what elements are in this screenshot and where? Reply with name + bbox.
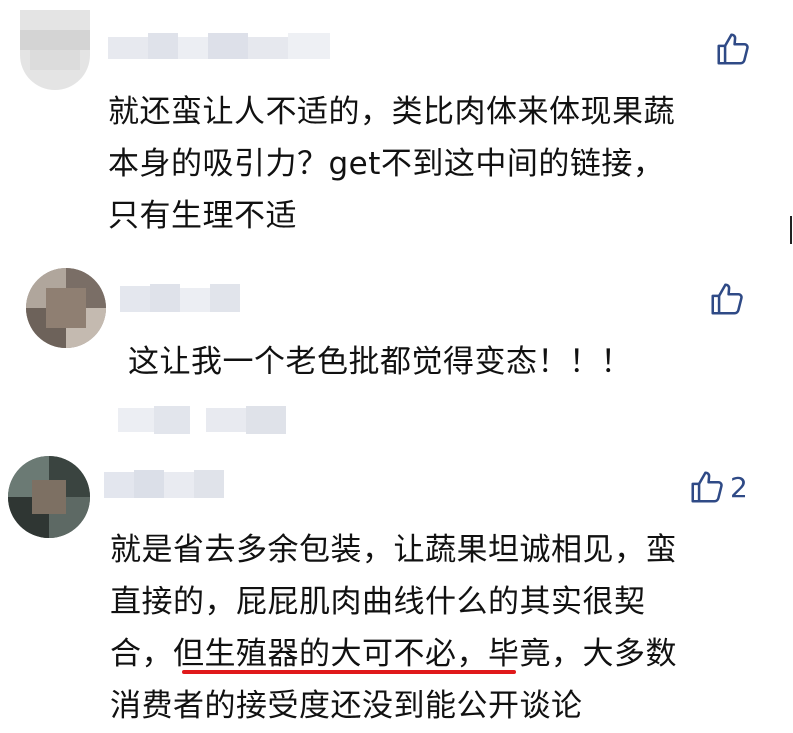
highlighted-text: 但生殖器的大可不必， <box>173 636 488 672</box>
like-count: 2 <box>730 470 748 504</box>
reply-info-pixelated[interactable] <box>118 402 288 438</box>
thumbs-up-icon <box>691 471 723 503</box>
comment-text: 就还蛮让人不适的，类比肉体来体现果蔬 本身的吸引力？get不到这中间的链接， 只… <box>108 94 675 234</box>
avatar[interactable] <box>8 456 90 538</box>
avatar[interactable] <box>26 268 106 348</box>
avatar[interactable] <box>20 10 90 90</box>
username-pixelated[interactable] <box>120 278 240 318</box>
like-button[interactable] <box>714 30 756 68</box>
username-pixelated[interactable] <box>104 464 224 504</box>
thumbs-up-icon <box>711 283 743 315</box>
thumbs-up-icon <box>717 33 749 65</box>
scrollbar[interactable] <box>790 216 792 244</box>
like-button[interactable] <box>708 280 750 318</box>
comment-text: 就是省去多余包装，让蔬果坦诚相见，蛮 直接的，屁屁肌肉曲线什么的其实很契 合，但… <box>110 524 760 732</box>
red-underline <box>182 670 516 674</box>
comment-text: 这让我一个老色批都觉得变态！！！ <box>128 344 632 380</box>
like-button[interactable]: 2 <box>688 468 748 506</box>
username-pixelated[interactable] <box>108 25 330 69</box>
